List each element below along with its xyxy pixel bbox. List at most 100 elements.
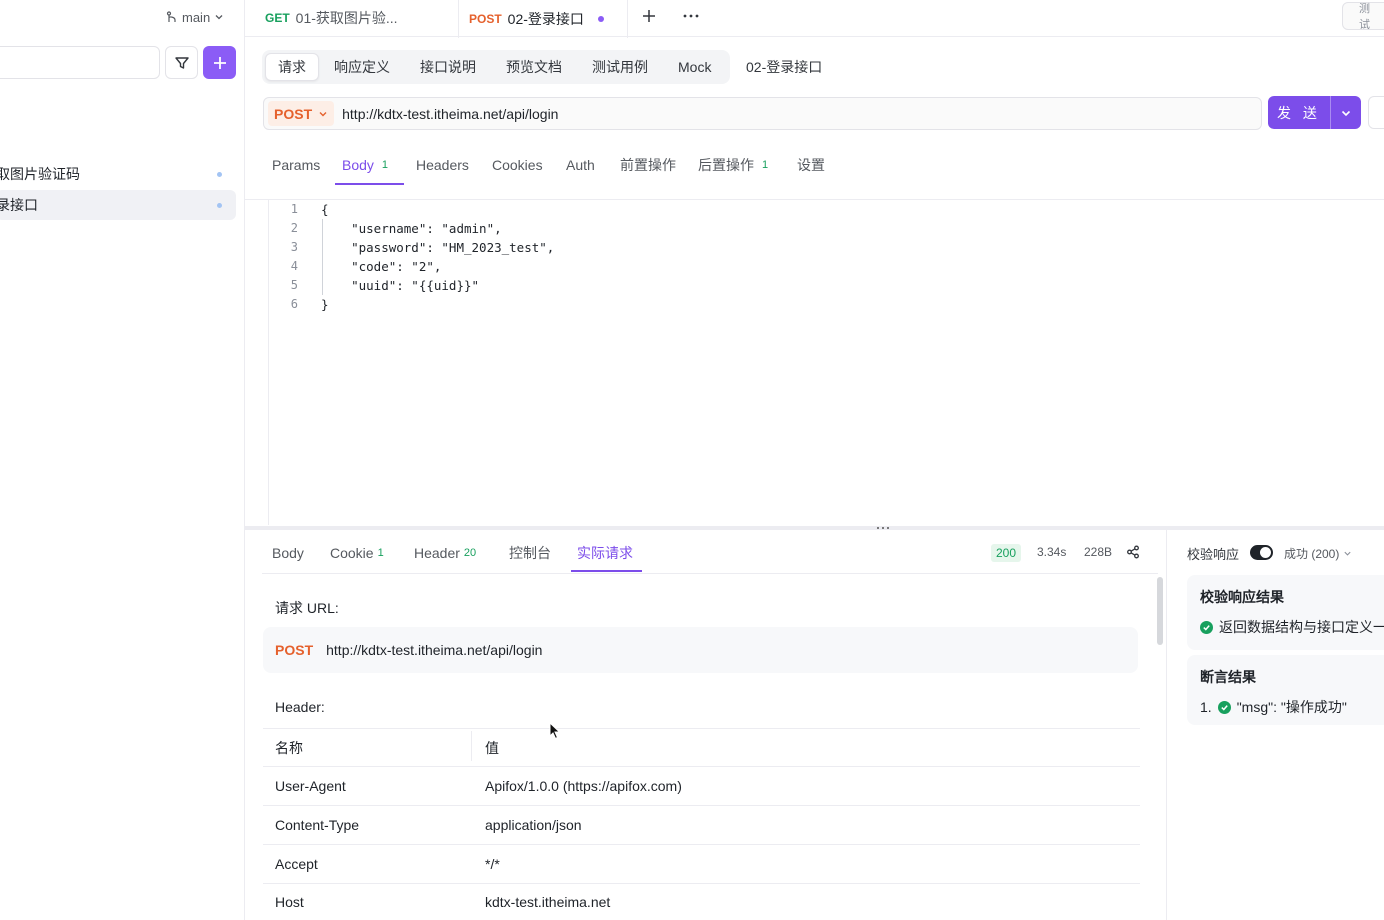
subtab-test-cases[interactable]: 测试用例	[580, 53, 660, 81]
subtab-mock[interactable]: Mock	[666, 53, 723, 81]
response-status-select[interactable]: 成功 (200)	[1284, 545, 1352, 562]
tab-label: Body	[272, 545, 304, 561]
validation-result-text: 返回数据结构与接口定义一	[1219, 619, 1384, 635]
code-line: "password": "HM_2023_test",	[321, 240, 555, 255]
table-row: Host kdtx-test.itheima.net	[263, 884, 1140, 920]
new-tab-button[interactable]	[641, 8, 657, 24]
check-circle-icon	[1217, 700, 1231, 714]
response-size: 228B	[1084, 545, 1113, 559]
subtab-label: 请求	[278, 59, 306, 75]
validation-result-line: 返回数据结构与接口定义一	[1200, 617, 1384, 637]
tab-label: Header	[414, 545, 460, 561]
tab-label: 02-登录接口	[507, 11, 584, 27]
tab-response-header[interactable]: Header 20	[414, 540, 476, 566]
environment-selector[interactable]: 测 试	[1342, 2, 1384, 31]
column-header: 名称	[275, 739, 303, 756]
validate-response-toggle[interactable]	[1250, 545, 1273, 560]
branch-selector[interactable]: main	[166, 8, 224, 26]
assertion-result-card: 断言结果 1. "msg": "操作成功"	[1187, 655, 1384, 725]
more-tabs-button[interactable]	[682, 8, 700, 24]
url-input[interactable]: http://kdtx-test.itheima.net/api/login	[342, 106, 558, 122]
card-title: 校验响应结果	[1200, 589, 1284, 605]
branch-icon	[166, 11, 178, 23]
status-option: 成功 (200)	[1284, 547, 1340, 561]
method-label: POST	[274, 105, 313, 122]
plus-icon	[213, 56, 227, 70]
environment-label: 测 试	[1359, 3, 1376, 31]
tab-params[interactable]: Params	[272, 150, 320, 180]
tab-body[interactable]: Body 1	[342, 150, 388, 180]
url-bar: POST http://kdtx-test.itheima.net/api/lo…	[263, 97, 1262, 130]
active-tab-indicator	[571, 570, 642, 572]
share-icon	[1126, 545, 1140, 559]
send-button[interactable]: 发 送	[1268, 96, 1361, 129]
table-row: Content-Type application/json	[263, 806, 1140, 845]
code-line: "code": "2",	[321, 259, 442, 274]
tab-settings[interactable]: 设置	[797, 150, 825, 180]
tab-label: Auth	[566, 157, 595, 173]
tab-label: Cookie	[330, 545, 374, 561]
table-row: Accept */*	[263, 845, 1140, 884]
search-input[interactable]	[0, 46, 160, 79]
sidebar-item-login[interactable]: 录接口	[0, 190, 236, 220]
tab-label: Params	[272, 157, 321, 173]
panel-resize-handle[interactable]	[245, 526, 1384, 530]
tab-cookies[interactable]: Cookies	[492, 150, 543, 180]
tab-label: Cookies	[492, 157, 543, 173]
count-badge: 1	[762, 159, 769, 171]
sidebar-item-label: 取图片验证码	[0, 166, 80, 182]
filter-button[interactable]	[165, 46, 198, 79]
table-row: User-Agent Apifox/1.0.0 (https://apifox.…	[263, 767, 1140, 806]
method-label: POST	[275, 642, 314, 658]
drag-handle-icon[interactable]	[876, 526, 890, 530]
send-options-button[interactable]	[1331, 107, 1361, 119]
count-badge: 20	[463, 547, 477, 559]
tab-headers[interactable]: Headers	[416, 150, 469, 180]
tab-auth[interactable]: Auth	[566, 150, 595, 180]
header-value: */*	[485, 856, 500, 872]
tab-post-processors[interactable]: 后置操作 1	[698, 150, 768, 180]
chevron-down-icon	[1340, 107, 1352, 119]
code-line: "uuid": "{{uid}}"	[321, 278, 480, 293]
share-button[interactable]	[1126, 545, 1140, 559]
sidebar-item-get-captcha[interactable]: 取图片验证码	[0, 159, 236, 189]
column-header: 值	[485, 739, 499, 756]
sidebar: main 取图片验证码 录接口	[0, 0, 245, 920]
tab-get-captcha[interactable]: GET 01-获取图片验...	[265, 0, 398, 36]
line-number: 5	[290, 278, 298, 292]
subtab-preview-doc[interactable]: 预览文档	[494, 53, 574, 81]
chevron-down-icon	[318, 109, 328, 119]
plus-icon	[641, 8, 657, 24]
method-select[interactable]: POST	[268, 101, 335, 126]
scrollbar[interactable]	[1157, 577, 1163, 645]
divider	[1166, 530, 1167, 920]
tab-response-body[interactable]: Body	[272, 540, 304, 566]
active-tab-indicator	[335, 183, 404, 185]
add-button[interactable]	[203, 46, 236, 79]
count-badge: 1	[381, 159, 389, 171]
tab-console[interactable]: 控制台	[509, 540, 551, 566]
tab-response-cookie[interactable]: Cookie 1	[330, 540, 384, 566]
subtab-request[interactable]: 请求	[265, 53, 319, 81]
tab-label: 设置	[797, 157, 825, 173]
subtab-api-description[interactable]: 接口说明	[408, 53, 488, 81]
card-title: 断言结果	[1200, 669, 1256, 685]
line-number: 4	[290, 259, 298, 273]
status-dot-icon	[217, 203, 222, 208]
line-number: 2	[290, 221, 298, 235]
api-name-label: 02-登录接口	[746, 59, 823, 75]
more-icon	[682, 8, 700, 24]
tab-pre-processors[interactable]: 前置操作	[620, 150, 676, 180]
tab-label: 前置操作	[620, 157, 676, 173]
line-number: 6	[290, 297, 298, 311]
tab-actual-request[interactable]: 实际请求	[577, 540, 633, 566]
status-dot-icon	[217, 172, 222, 177]
tab-login[interactable]: POST 02-登录接口	[458, 0, 628, 38]
header-name: Accept	[275, 856, 318, 872]
header-name: User-Agent	[275, 778, 346, 794]
cursor-icon	[549, 722, 561, 740]
subtab-response-definition[interactable]: 响应定义	[322, 53, 402, 81]
validation-result-card: 校验响应结果 返回数据结构与接口定义一	[1187, 575, 1384, 650]
assertion-text: "msg": "操作成功"	[1236, 699, 1347, 715]
save-button[interactable]	[1368, 96, 1384, 129]
